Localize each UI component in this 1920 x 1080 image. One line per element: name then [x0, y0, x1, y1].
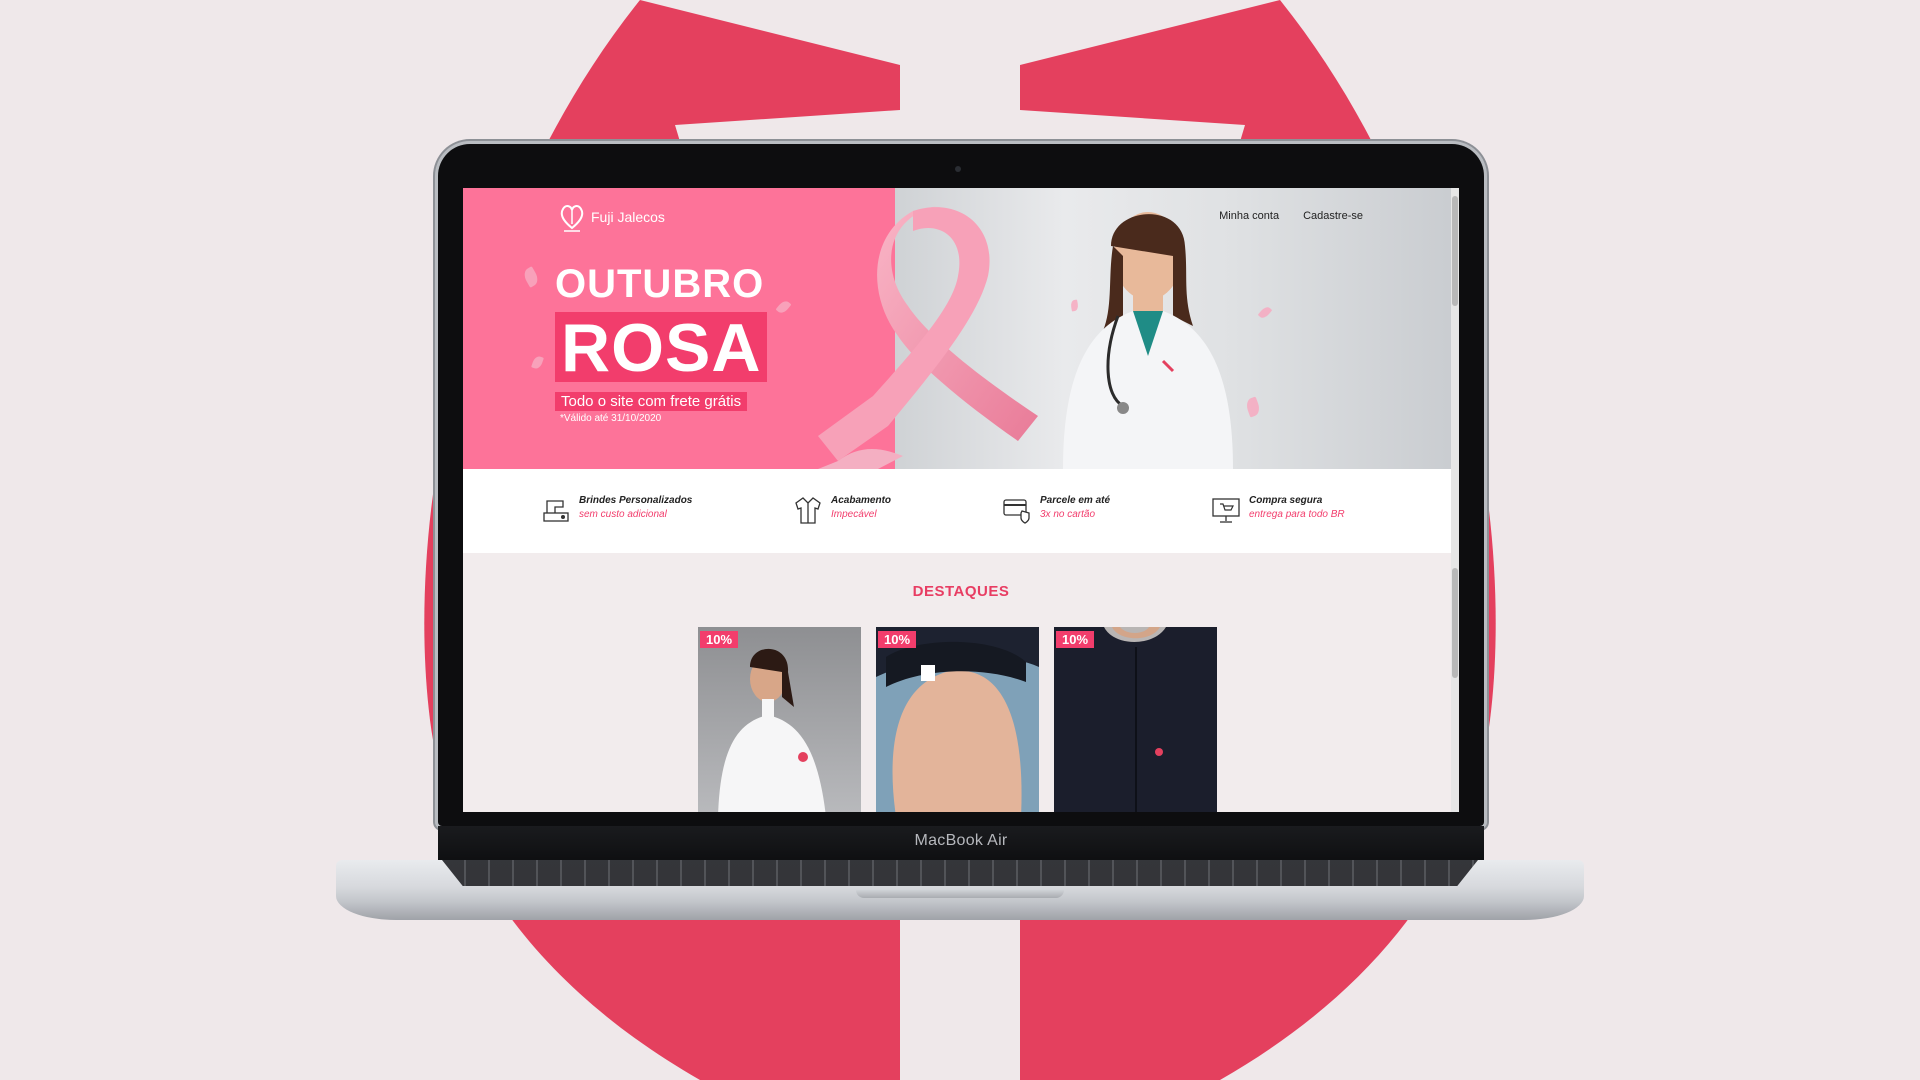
hero-subtitle: Todo o site com frete grátis [555, 392, 748, 411]
laptop-screen: Fuji Jalecos Minha conta Cadastre-se OUT… [463, 188, 1459, 812]
hero-title-line1: OUTUBRO [555, 262, 765, 306]
camera [955, 166, 961, 172]
featured-title: DESTAQUES [912, 583, 1010, 600]
credit-card-shield-icon [1003, 499, 1030, 524]
monitor-cart-icon [1212, 498, 1240, 523]
scrollbar-thumb[interactable] [1452, 196, 1458, 306]
product-card[interactable]: 10% [698, 627, 861, 812]
laptop-lid: Fuji Jalecos Minha conta Cadastre-se OUT… [438, 144, 1484, 826]
keyboard [442, 860, 1478, 886]
benefit-item: Acabamento Impecável [793, 495, 891, 525]
benefit-title: Brindes Personalizados [579, 495, 693, 506]
product-image [876, 627, 1039, 812]
trackpad-notch [856, 890, 1064, 898]
site-logo[interactable]: Fuji Jalecos [559, 202, 665, 232]
sewing-machine-icon [543, 500, 569, 522]
product-card[interactable]: 10% [1054, 627, 1217, 812]
heart-logo-icon [560, 205, 584, 232]
benefits-bar: Brindes Personalizados sem custo adicion… [463, 469, 1459, 553]
scrollbar-thumb[interactable] [1452, 568, 1458, 678]
benefit-title: Compra segura [1249, 495, 1323, 506]
laptop-base [336, 860, 1584, 920]
benefit-title: Acabamento [831, 495, 892, 506]
benefit-item: Compra segura entrega para todo BR [1211, 495, 1345, 525]
benefit-subtitle: Impecável [831, 509, 877, 520]
discount-badge: 10% [1056, 631, 1095, 648]
logo-text: Fuji Jalecos [591, 209, 665, 225]
device-label: MacBook Air [914, 832, 1008, 849]
benefit-title: Parcele em até [1040, 495, 1111, 506]
register-link[interactable]: Cadastre-se [1303, 210, 1363, 222]
discount-badge: 10% [878, 631, 917, 648]
product-image [718, 648, 826, 812]
benefit-subtitle: entrega para todo BR [1249, 509, 1345, 520]
scrollbar[interactable] [1451, 188, 1459, 812]
hero-note: *Válido até 31/10/2020 [560, 413, 662, 424]
benefit-subtitle: sem custo adicional [579, 509, 667, 520]
top-nav: Minha conta Cadastre-se [1219, 210, 1363, 222]
product-image [1054, 627, 1217, 812]
product-card[interactable]: 10% [876, 627, 1039, 812]
doctor-photo [1063, 212, 1233, 469]
benefit-subtitle: 3x no cartão [1040, 509, 1096, 520]
discount-badge: 10% [700, 631, 739, 648]
my-account-link[interactable]: Minha conta [1219, 210, 1279, 222]
hero-banner[interactable]: Fuji Jalecos Minha conta Cadastre-se OUT… [463, 188, 1459, 469]
laptop-bezel-chin: MacBook Air [438, 826, 1484, 862]
hero-title-line2: ROSA [555, 312, 768, 382]
lab-coat-icon [795, 497, 821, 524]
benefit-item: Parcele em até 3x no cartão [1002, 495, 1110, 525]
benefit-item: Brindes Personalizados sem custo adicion… [541, 495, 692, 525]
